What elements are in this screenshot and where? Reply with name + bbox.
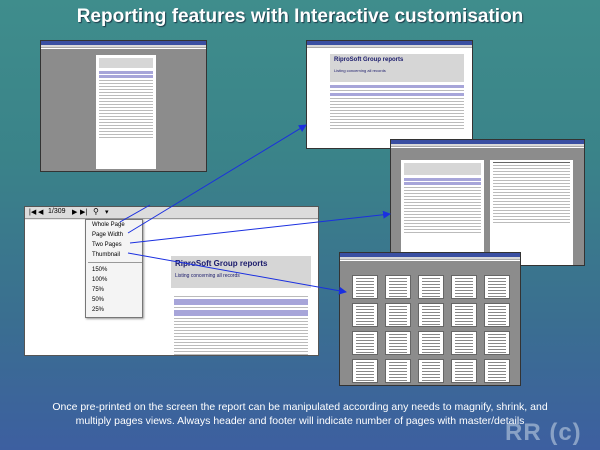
- arrow-thumbnail: [127, 252, 347, 295]
- caption-line-1: Once pre-printed on the screen the repor…: [52, 401, 548, 413]
- arrow-whole-page: [119, 204, 151, 223]
- arrow-two-pages: [129, 210, 391, 244]
- callout-arrows: [119, 124, 391, 295]
- arrow-page-width: [127, 124, 307, 234]
- watermark: RR (c): [505, 419, 582, 446]
